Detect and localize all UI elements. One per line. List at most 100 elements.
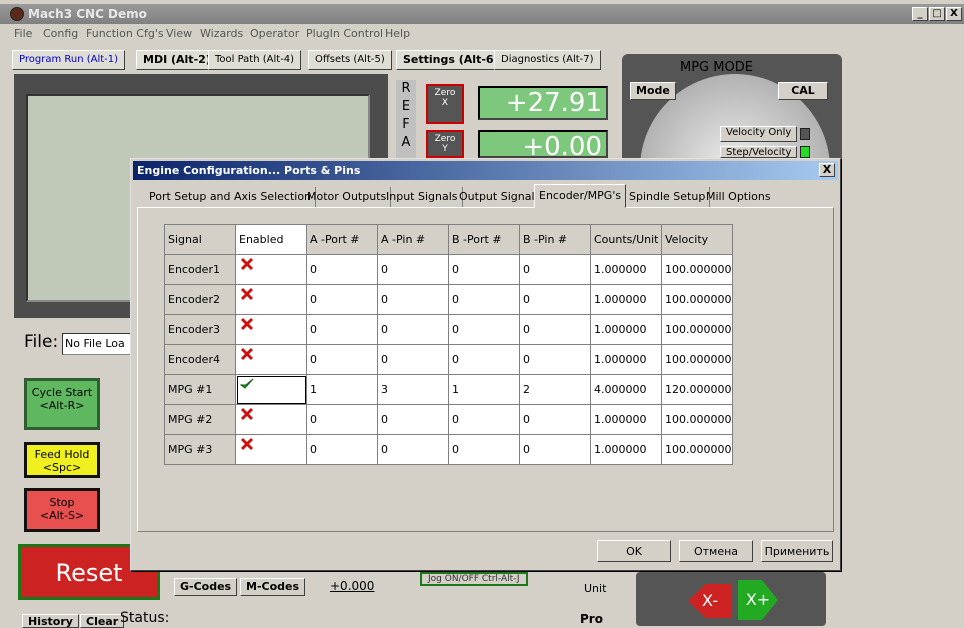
tab-output-signals[interactable]: Output Signals bbox=[455, 187, 546, 207]
cell-a-port[interactable]: 0 bbox=[306, 314, 378, 345]
tab-diagnostics[interactable]: Diagnostics (Alt-7) bbox=[494, 50, 601, 70]
tab-offsets[interactable]: Offsets (Alt-5) bbox=[308, 50, 392, 70]
enabled-cell[interactable] bbox=[235, 314, 307, 345]
tab-spindle-setup[interactable]: Spindle Setup bbox=[625, 187, 711, 207]
col-velocity[interactable]: Velocity bbox=[661, 224, 733, 255]
col-b-port[interactable]: B -Port # bbox=[448, 224, 520, 255]
cancel-button[interactable]: Отмена bbox=[679, 540, 753, 562]
cell-b-pin[interactable]: 0 bbox=[519, 284, 591, 315]
dialog-close-button[interactable]: X bbox=[819, 163, 835, 177]
cell-b-pin[interactable]: 0 bbox=[519, 404, 591, 435]
cell-velocity[interactable]: 100.000000 bbox=[661, 344, 733, 375]
row-signal-name[interactable]: Encoder1 bbox=[164, 254, 236, 285]
cell-a-pin[interactable]: 0 bbox=[377, 314, 449, 345]
row-signal-name[interactable]: MPG #3 bbox=[164, 434, 236, 465]
cell-b-pin[interactable]: 0 bbox=[519, 254, 591, 285]
dialog-titlebar[interactable]: Engine Configuration... Ports & Pins X bbox=[133, 161, 838, 180]
col-enabled[interactable]: Enabled bbox=[235, 224, 307, 255]
row-signal-name[interactable]: MPG #2 bbox=[164, 404, 236, 435]
x-axis-dro[interactable]: +27.91 bbox=[478, 86, 608, 120]
tab-mill-options[interactable]: Mill Options bbox=[702, 187, 775, 207]
tab-settings[interactable]: Settings (Alt-6) bbox=[396, 50, 506, 70]
tab-mdi[interactable]: MDI (Alt-2) bbox=[136, 50, 218, 70]
cell-counts[interactable]: 1.000000 bbox=[590, 434, 662, 465]
cell-a-port[interactable]: 0 bbox=[306, 284, 378, 315]
menu-config[interactable]: Config bbox=[43, 27, 78, 40]
table-row[interactable]: MPG #2 0 0 0 0 1.000000 100.000000 bbox=[164, 404, 733, 435]
row-signal-name[interactable]: Encoder3 bbox=[164, 314, 236, 345]
col-b-pin[interactable]: B -Pin # bbox=[519, 224, 591, 255]
cell-a-port[interactable]: 0 bbox=[306, 404, 378, 435]
col-signal[interactable]: Signal bbox=[164, 224, 236, 255]
menu-operator[interactable]: Operator bbox=[250, 27, 299, 40]
menu-wizards[interactable]: Wizards bbox=[200, 27, 243, 40]
cell-counts[interactable]: 1.000000 bbox=[590, 344, 662, 375]
cell-b-port[interactable]: 0 bbox=[448, 434, 520, 465]
minimize-button[interactable]: _ bbox=[912, 7, 928, 21]
stop-button[interactable]: Stop <Alt-S> bbox=[24, 488, 100, 532]
cell-a-pin[interactable]: 0 bbox=[377, 254, 449, 285]
maximize-button[interactable]: □ bbox=[929, 7, 945, 21]
cell-b-port[interactable]: 0 bbox=[448, 254, 520, 285]
velocity-only-button[interactable]: Velocity Only bbox=[720, 126, 798, 142]
y-axis-dro[interactable]: +0.00 bbox=[478, 130, 608, 158]
cell-a-port[interactable]: 0 bbox=[306, 434, 378, 465]
table-row[interactable]: Encoder1 0 0 0 0 1.000000 100.000000 bbox=[164, 254, 733, 285]
close-app-button[interactable]: X bbox=[946, 7, 962, 21]
menu-plugin-control[interactable]: PlugIn Control bbox=[306, 27, 383, 40]
cell-a-port[interactable]: 0 bbox=[306, 254, 378, 285]
cell-velocity[interactable]: 100.000000 bbox=[661, 254, 733, 285]
enabled-cell[interactable] bbox=[235, 284, 307, 315]
tab-encoder-mpgs[interactable]: Encoder/MPG's bbox=[534, 184, 627, 208]
mpg-cal-button[interactable]: CAL bbox=[778, 82, 828, 100]
tab-input-signals[interactable]: Input Signals bbox=[382, 187, 463, 207]
tab-tool-path[interactable]: Tool Path (Alt-4) bbox=[208, 50, 302, 70]
row-signal-name[interactable]: Encoder4 bbox=[164, 344, 236, 375]
zero-x-button[interactable]: Zero X bbox=[426, 84, 464, 124]
enabled-cell[interactable] bbox=[235, 344, 307, 375]
step-velocity-button[interactable]: Step/Velocity bbox=[720, 146, 798, 158]
cell-b-pin[interactable]: 2 bbox=[519, 374, 591, 405]
cell-counts[interactable]: 4.000000 bbox=[590, 374, 662, 405]
mcodes-button[interactable]: M-Codes bbox=[240, 578, 306, 596]
row-signal-name[interactable]: Encoder2 bbox=[164, 284, 236, 315]
cell-a-pin[interactable]: 0 bbox=[377, 284, 449, 315]
cell-b-port[interactable]: 0 bbox=[448, 284, 520, 315]
tab-motor-outputs[interactable]: Motor Outputs bbox=[303, 187, 392, 207]
cell-a-pin[interactable]: 0 bbox=[377, 404, 449, 435]
reference-all-strip[interactable]: R E F A bbox=[396, 80, 416, 160]
cell-b-pin[interactable]: 0 bbox=[519, 434, 591, 465]
cell-b-port[interactable]: 0 bbox=[448, 344, 520, 375]
cell-a-port[interactable]: 0 bbox=[306, 344, 378, 375]
mpg-mode-button[interactable]: Mode bbox=[630, 82, 676, 100]
cell-counts[interactable]: 1.000000 bbox=[590, 284, 662, 315]
cell-b-pin[interactable]: 0 bbox=[519, 314, 591, 345]
feed-hold-button[interactable]: Feed Hold <Spc> bbox=[24, 442, 100, 478]
menu-view[interactable]: View bbox=[166, 27, 192, 40]
table-row[interactable]: Encoder3 0 0 0 0 1.000000 100.000000 bbox=[164, 314, 733, 345]
enabled-cell[interactable] bbox=[235, 254, 307, 285]
cell-velocity[interactable]: 120.000000 bbox=[661, 374, 733, 405]
jog-toggle-button[interactable]: Jog ON/OFF Ctrl-Alt-J bbox=[420, 572, 528, 586]
table-row[interactable]: MPG #1 1 3 1 2 4.000000 120.000000 bbox=[164, 374, 733, 405]
cell-velocity[interactable]: 100.000000 bbox=[661, 404, 733, 435]
enabled-cell[interactable] bbox=[235, 374, 307, 405]
cell-a-pin[interactable]: 3 bbox=[377, 374, 449, 405]
table-row[interactable]: Encoder2 0 0 0 0 1.000000 100.000000 bbox=[164, 284, 733, 315]
cell-b-port[interactable]: 0 bbox=[448, 314, 520, 345]
menu-function-cfgs[interactable]: Function Cfg's bbox=[86, 27, 164, 40]
col-a-pin[interactable]: A -Pin # bbox=[377, 224, 449, 255]
cell-velocity[interactable]: 100.000000 bbox=[661, 284, 733, 315]
row-signal-name[interactable]: MPG #1 bbox=[164, 374, 236, 405]
table-row[interactable]: MPG #3 0 0 0 0 1.000000 100.000000 bbox=[164, 434, 733, 465]
cycle-start-button[interactable]: Cycle Start <Alt-R> bbox=[24, 378, 100, 430]
col-a-port[interactable]: A -Port # bbox=[306, 224, 378, 255]
cell-counts[interactable]: 1.000000 bbox=[590, 254, 662, 285]
cell-counts[interactable]: 1.000000 bbox=[590, 314, 662, 345]
enabled-cell[interactable] bbox=[235, 434, 307, 465]
apply-button[interactable]: Применить bbox=[761, 540, 833, 562]
cell-b-port[interactable]: 1 bbox=[448, 374, 520, 405]
cell-b-port[interactable]: 0 bbox=[448, 404, 520, 435]
table-row[interactable]: Encoder4 0 0 0 0 1.000000 100.000000 bbox=[164, 344, 733, 375]
enabled-cell[interactable] bbox=[235, 404, 307, 435]
